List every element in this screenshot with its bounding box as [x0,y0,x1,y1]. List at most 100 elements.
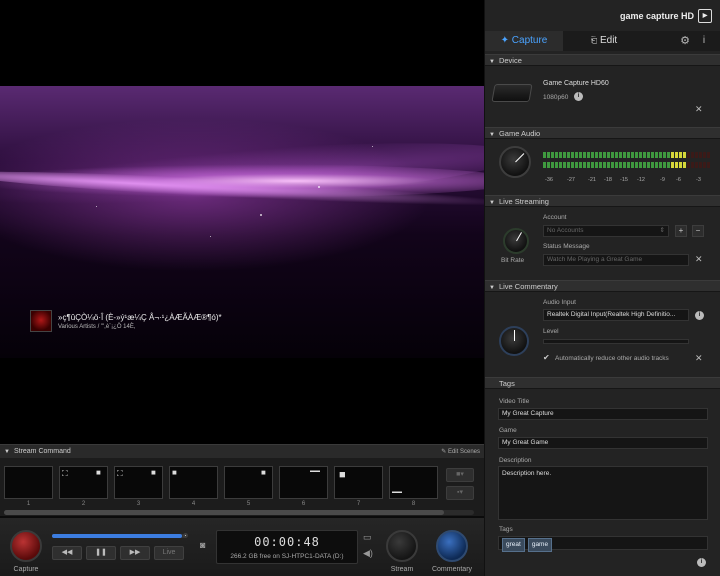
audio-scale-label: -12 [637,177,645,183]
meter-segment [635,152,638,158]
tags-header: Tags [499,379,515,388]
game-input[interactable]: My Great Game [498,437,708,449]
device-settings-tools-icon[interactable]: ✕ [695,104,703,115]
scene-number: 1 [26,501,31,507]
streaming-settings-tools-icon[interactable]: ✕ [695,254,703,265]
volume-icon[interactable]: ◀) [363,548,373,559]
video-title-input[interactable]: My Great Capture [498,408,708,420]
scrollbar-thumb[interactable] [4,510,444,515]
tags-info-icon[interactable]: i [697,558,706,567]
scene-scrollbar[interactable] [4,510,474,515]
description-value: Description here. [502,470,552,477]
meter-segment [639,152,642,158]
timecode-display: 00:00:48 266.2 GB free on SJ-HTPC1-DATA … [216,530,358,564]
playback-progress[interactable] [52,533,188,538]
live-commentary-section-header[interactable]: ▼ Live Commentary [485,280,720,292]
commentary-volume-knob[interactable] [499,326,529,356]
live-button[interactable]: Live [154,546,184,560]
screen-icon: ⛶ [62,469,68,478]
device-info-icon[interactable]: i [574,92,583,101]
edit-scenes-link[interactable]: ✎ Edit Scenes [441,448,480,455]
gear-icon[interactable]: ⚙ [677,31,693,51]
device-header: Device [498,56,522,65]
remove-account-button[interactable]: − [692,225,704,237]
auto-reduce-checkbox[interactable]: ✔ [543,354,551,362]
progress-handle[interactable] [183,533,188,538]
meter-segment [591,162,594,168]
commentary-settings-tools-icon[interactable]: ✕ [695,353,703,364]
game-audio-volume-knob[interactable] [499,146,531,178]
audio-input-info-icon[interactable]: i [695,311,704,320]
info-icon[interactable]: i [697,31,711,51]
meter-segment [575,162,578,168]
scene-slot-6[interactable]: ▬▬ [279,466,328,499]
meter-segment [703,152,706,158]
scene-slot-8[interactable]: ▬▬ [389,466,438,499]
edit-scenes-label: Edit Scenes [447,449,480,455]
scene-slot-3[interactable]: ⛶ ■ [114,466,163,499]
scene-number: 6 [301,501,306,507]
description-label: Description [499,457,532,464]
status-message-input[interactable]: Watch Me Playing a Great Game [543,254,689,266]
screenshot-camera-icon[interactable]: ◙ [200,540,205,550]
meter-segment [587,152,590,158]
pause-button[interactable]: ❚❚ [86,546,116,560]
meter-segment [555,152,558,158]
game-audio-section-header[interactable]: ▼ Game Audio [485,127,720,139]
tag-chip[interactable]: great [502,538,525,552]
capture-button[interactable] [10,530,42,562]
meter-segment [619,152,622,158]
stream-button[interactable] [386,530,418,562]
stream-command-header[interactable]: ▼ Stream Command ✎ Edit Scenes [0,444,484,458]
scene-slot-7[interactable]: ■ [334,466,383,499]
scene-slot-5[interactable]: ■ [224,466,273,499]
meter-segment [671,152,674,158]
device-section-header[interactable]: ▼ Device [485,54,720,66]
add-camera-scene-button[interactable]: ■▾ [446,468,474,482]
fast-forward-icon: ▶▶ [129,549,141,556]
tab-edit[interactable]: ⎗ Edit [565,31,643,51]
meter-segment [543,152,546,158]
free-space-text: 266.2 GB free on SJ-HTPC1-DATA (D:) [230,553,344,560]
device-resolution: 1080p60 [543,94,569,101]
overlay-icon: ▬▬ [392,489,402,495]
audio-input-select[interactable]: Realtek Digital Input(Realtek High Defin… [543,309,689,321]
account-value: No Accounts [547,227,584,234]
meter-segment [643,162,646,168]
meter-segment [691,152,694,158]
scene-slot-2[interactable]: ⛶ ■ [59,466,108,499]
tab-capture[interactable]: ✦ Capture [485,31,563,51]
meter-segment [631,152,634,158]
level-label: Level [543,328,559,335]
meter-segment [679,162,682,168]
audio-input-value: Realtek Digital Input(Realtek High Defin… [547,311,676,318]
collapse-triangle-icon: ▼ [489,59,495,65]
meter-segment [655,152,658,158]
bit-rate-knob[interactable] [503,228,529,254]
tag-chip[interactable]: game [527,538,553,552]
meter-segment [695,152,698,158]
display-icon[interactable]: ▭ [363,532,372,543]
scene-slot-4[interactable]: ■ [169,466,218,499]
collapse-triangle-icon: ▼ [489,132,495,138]
tags-input[interactable]: great game [498,536,708,552]
meter-segment [551,162,554,168]
meter-segment [699,152,702,158]
collapse-triangle-icon: ▼ [489,285,495,291]
meter-segment [543,162,546,168]
edit-tab-label: Edit [599,35,618,46]
auto-reduce-label: Automatically reduce other audio tracks [555,355,669,362]
description-textarea[interactable]: Description here. [498,466,708,520]
scene-slot-1[interactable] [4,466,53,499]
add-picture-scene-button[interactable]: ▪▾ [446,486,474,500]
account-select[interactable]: No Accounts ⇕ [543,225,669,237]
fast-forward-button[interactable]: ▶▶ [120,546,150,560]
meter-segment [643,152,646,158]
edit-tab-icon: ⎗ [590,36,598,45]
meter-segment [671,162,674,168]
add-account-button[interactable]: + [675,225,687,237]
meter-segment [567,162,570,168]
rewind-button[interactable]: ◀◀ [52,546,82,560]
commentary-button[interactable] [436,530,468,562]
live-streaming-section-header[interactable]: ▼ Live Streaming [485,195,720,207]
